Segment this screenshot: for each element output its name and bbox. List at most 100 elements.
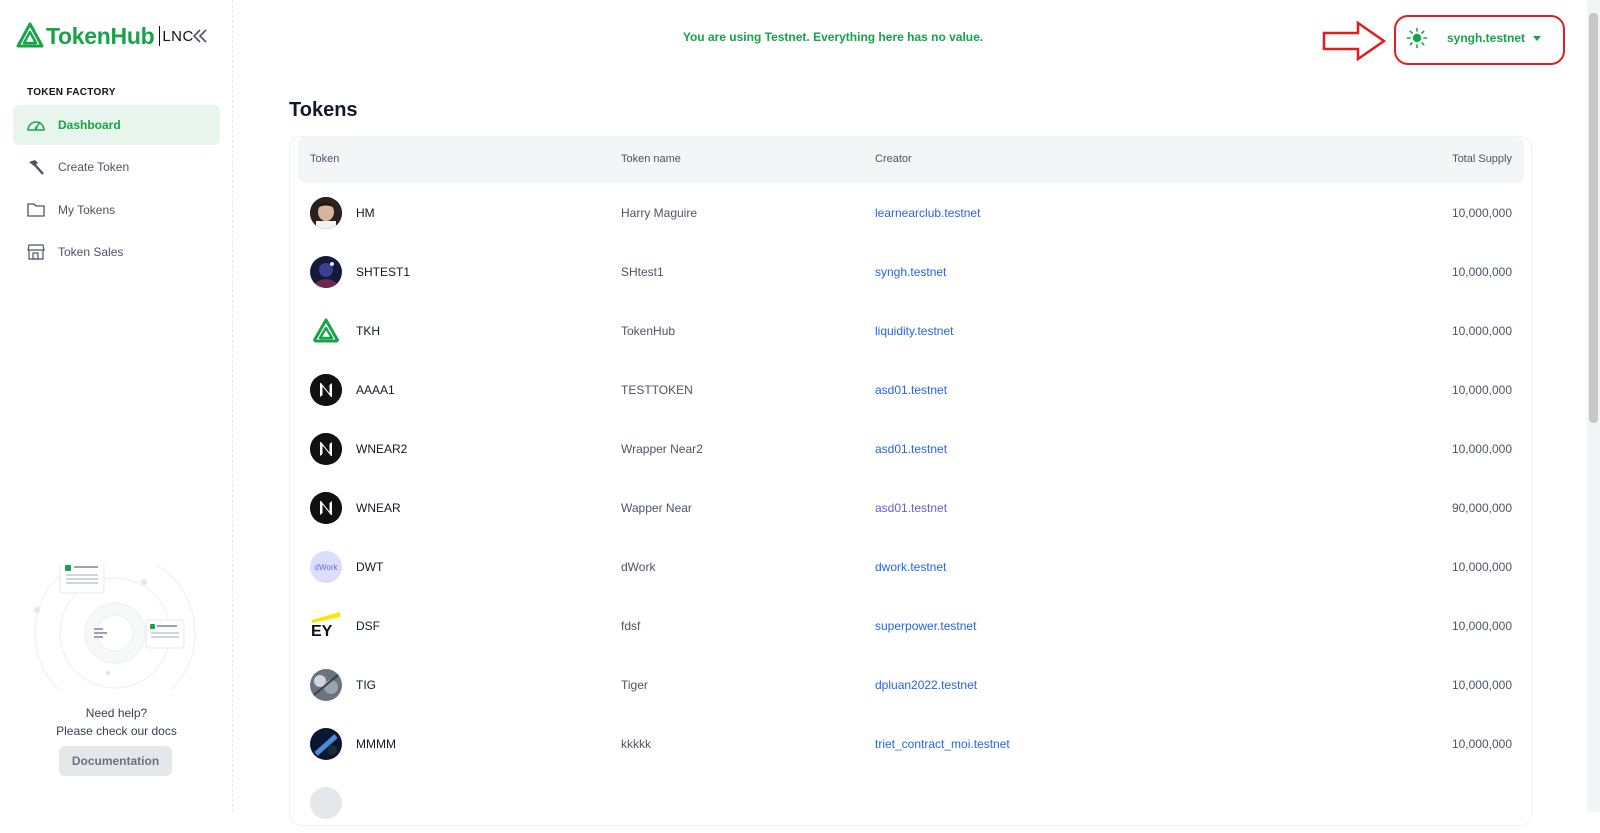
sidebar-item-my-tokens[interactable]: My Tokens xyxy=(13,190,220,230)
token-name: Harry Maguire xyxy=(621,206,698,220)
token-avatar xyxy=(310,787,342,819)
sun-icon[interactable] xyxy=(1406,27,1428,49)
total-supply: 10,000,000 xyxy=(1451,324,1512,338)
total-supply: 10,000,000 xyxy=(1451,678,1512,692)
near-logo-icon xyxy=(310,492,342,524)
table-header: Token Token name Creator Total Supply xyxy=(298,137,1524,183)
dashboard-gauge-icon xyxy=(26,115,46,135)
table-row[interactable]: MMMM kkkkk triet_contract_moi.testnet 10… xyxy=(298,714,1524,774)
sidebar-item-label: Create Token xyxy=(58,160,130,174)
section-title: TOKEN FACTORY xyxy=(27,87,116,98)
creator-link[interactable]: triet_contract_moi.testnet xyxy=(875,737,1010,751)
creator-link[interactable]: superpower.testnet xyxy=(875,619,976,633)
account-name: syngh.testnet xyxy=(1447,31,1526,45)
sidebar-item-label: Dashboard xyxy=(58,118,121,132)
token-symbol: TKH xyxy=(356,324,380,338)
table-row[interactable]: TIG Tiger dpluan2022.testnet 10,000,000 xyxy=(298,655,1524,715)
column-header-total-supply[interactable]: Total Supply xyxy=(1452,153,1512,165)
token-name: fdsf xyxy=(621,619,641,633)
hammer-icon xyxy=(26,157,46,177)
token-name: kkkkk xyxy=(621,737,651,751)
total-supply: 10,000,000 xyxy=(1451,206,1512,220)
sidebar: TokenHub LNC TOKEN FACTORY Dashboard Cre… xyxy=(0,0,233,812)
help-title: Need help? xyxy=(85,706,148,720)
total-supply: 10,000,000 xyxy=(1451,737,1512,751)
creator-link[interactable]: dwork.testnet xyxy=(875,560,946,574)
tokens-table: Token Token name Creator Total Supply HM… xyxy=(289,136,1532,826)
token-symbol: TIG xyxy=(356,678,376,692)
token-name: dWork xyxy=(621,560,656,574)
token-symbol: AAAA1 xyxy=(356,383,395,397)
scrollbar-thumb[interactable] xyxy=(1589,13,1598,423)
token-symbol: MMMM xyxy=(356,737,396,751)
creator-link[interactable]: liquidity.testnet xyxy=(875,324,954,338)
creator-link[interactable]: asd01.testnet xyxy=(875,383,947,397)
total-supply: 10,000,000 xyxy=(1451,442,1512,456)
page-title: Tokens xyxy=(289,99,358,121)
token-name: TokenHub xyxy=(621,324,676,338)
token-name: Wapper Near xyxy=(621,501,692,515)
near-logo-icon xyxy=(310,374,342,406)
creator-link[interactable]: syngh.testnet xyxy=(875,265,946,279)
documentation-button[interactable]: Documentation xyxy=(59,746,172,776)
testnet-notice: You are using Testnet. Everything here h… xyxy=(682,30,984,44)
token-symbol: DWT xyxy=(356,560,384,574)
token-name: SHtest1 xyxy=(621,265,664,279)
sidebar-item-create-token[interactable]: Create Token xyxy=(13,147,220,187)
table-row[interactable]: WNEAR Wapper Near asd01.testnet 90,000,0… xyxy=(298,478,1524,538)
table-row[interactable]: WNEAR2 Wrapper Near2 asd01.testnet 10,00… xyxy=(298,419,1524,479)
ey-logo-icon: EY xyxy=(310,610,342,642)
sidebar-item-label: My Tokens xyxy=(58,203,116,217)
table-row[interactable]: AAAA1 TESTTOKEN asd01.testnet 10,000,000 xyxy=(298,360,1524,420)
token-name: TESTTOKEN xyxy=(621,383,693,397)
folder-icon xyxy=(26,200,46,220)
avatar-text: dWork xyxy=(314,562,338,572)
table-row[interactable]: EY DSF fdsf superpower.testnet 10,000,00… xyxy=(298,596,1524,656)
column-header-token[interactable]: Token xyxy=(310,153,339,165)
creator-link[interactable]: asd01.testnet xyxy=(875,501,947,515)
near-logo-icon xyxy=(310,433,342,465)
sidebar-item-label: Token Sales xyxy=(58,245,124,259)
table-row[interactable]: SHTEST1 SHtest1 syngh.testnet 10,000,000 xyxy=(298,242,1524,302)
token-symbol: WNEAR2 xyxy=(356,442,408,456)
token-avatar xyxy=(310,197,342,229)
table-row[interactable] xyxy=(298,773,1524,833)
creator-link[interactable]: learnearclub.testnet xyxy=(875,206,980,220)
token-avatar xyxy=(310,256,342,288)
page-scrollbar[interactable] xyxy=(1587,0,1600,812)
token-symbol: SHTEST1 xyxy=(356,265,411,279)
tokenhub-logo-icon xyxy=(16,22,44,48)
total-supply: 90,000,000 xyxy=(1451,501,1512,515)
column-header-token-name[interactable]: Token name xyxy=(621,153,681,165)
sidebar-item-dashboard[interactable]: Dashboard xyxy=(13,105,220,145)
token-name: Wrapper Near2 xyxy=(621,442,703,456)
token-avatar xyxy=(310,728,342,760)
total-supply: 10,000,000 xyxy=(1451,619,1512,633)
brand-logo[interactable]: TokenHub LNC xyxy=(16,22,194,50)
help-subtitle: Please check our docs xyxy=(56,724,177,738)
brand-separator xyxy=(159,26,161,46)
token-symbol: HM xyxy=(356,206,375,220)
dwork-logo-icon: dWork xyxy=(310,551,342,583)
token-name: Tiger xyxy=(621,678,648,692)
account-dropdown[interactable]: syngh.testnet xyxy=(1447,29,1542,47)
collapse-sidebar-icon[interactable] xyxy=(190,26,210,46)
store-icon xyxy=(26,242,46,262)
total-supply: 10,000,000 xyxy=(1451,383,1512,397)
column-header-creator[interactable]: Creator xyxy=(875,153,912,165)
avatar-text: EY xyxy=(311,623,333,640)
total-supply: 10,000,000 xyxy=(1451,560,1512,574)
help-illustration-icon xyxy=(34,565,196,690)
table-row[interactable]: TKH TokenHub liquidity.testnet 10,000,00… xyxy=(298,301,1524,361)
creator-link[interactable]: asd01.testnet xyxy=(875,442,947,456)
tokenhub-logo-icon xyxy=(310,315,342,347)
table-row[interactable]: HM Harry Maguire learnearclub.testnet 10… xyxy=(298,183,1524,243)
chevron-down-icon xyxy=(1533,35,1542,41)
brand-name: TokenHub xyxy=(46,22,155,49)
red-arrow-annotation-icon xyxy=(1322,20,1387,62)
token-symbol: WNEAR xyxy=(356,501,401,515)
token-symbol: DSF xyxy=(356,619,380,633)
sidebar-item-token-sales[interactable]: Token Sales xyxy=(13,232,220,272)
creator-link[interactable]: dpluan2022.testnet xyxy=(875,678,977,692)
table-row[interactable]: dWork DWT dWork dwork.testnet 10,000,000 xyxy=(298,537,1524,597)
